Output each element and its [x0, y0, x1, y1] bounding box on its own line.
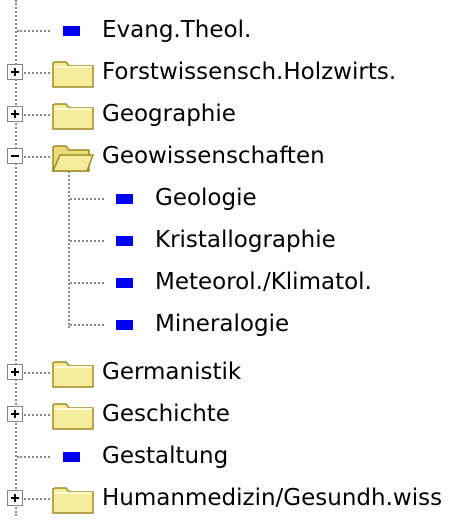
- tree-item-geographie[interactable]: Geographie: [0, 94, 473, 136]
- collapse-minus-icon[interactable]: [7, 148, 23, 164]
- tree-item-geschichte[interactable]: Geschichte: [0, 394, 473, 436]
- connector-line: [17, 456, 50, 458]
- tree-item-label[interactable]: Kristallographie: [155, 224, 336, 256]
- tree-item-label[interactable]: Geowissenschaften: [102, 140, 325, 172]
- expand-plus-icon[interactable]: [7, 406, 23, 422]
- folder-closed-icon: [52, 484, 94, 514]
- folder-closed-icon: [52, 100, 94, 130]
- connector-line: [70, 282, 104, 284]
- leaf-node-icon: [116, 236, 133, 246]
- connector-line: [24, 414, 50, 416]
- tree-item-meteorol-klimatol[interactable]: Meteorol./Klimatol.: [0, 262, 473, 304]
- tree-item-geologie[interactable]: Geologie: [0, 178, 473, 220]
- folder-closed-icon: [52, 58, 94, 88]
- tree-item-forstwissensch[interactable]: Forstwissensch.Holzwirts.: [0, 52, 473, 94]
- tree-item-label[interactable]: Mineralogie: [155, 308, 289, 340]
- leaf-node-icon: [63, 26, 80, 36]
- tree-item-humanmedizin[interactable]: Humanmedizin/Gesundh.wiss: [0, 478, 473, 520]
- tree-item-kristallographie[interactable]: Kristallographie: [0, 220, 473, 262]
- tree-item-label[interactable]: Humanmedizin/Gesundh.wiss: [102, 482, 442, 514]
- tree-item-gestaltung[interactable]: Gestaltung: [0, 436, 473, 478]
- connector-line: [70, 198, 104, 200]
- leaf-node-icon: [116, 278, 133, 288]
- tree-item-label[interactable]: Evang.Theol.: [102, 14, 251, 46]
- tree-item-label[interactable]: Geschichte: [102, 398, 230, 430]
- tree-item-label[interactable]: Gestaltung: [102, 440, 228, 472]
- tree-item-label[interactable]: Geographie: [102, 98, 236, 130]
- leaf-node-icon: [116, 194, 133, 204]
- connector-line: [70, 240, 104, 242]
- tree-item-label[interactable]: Meteorol./Klimatol.: [155, 266, 372, 298]
- connector-line: [24, 114, 50, 116]
- tree-item-germanistik[interactable]: Germanistik: [0, 352, 473, 394]
- connector-line: [24, 72, 50, 74]
- expand-plus-icon[interactable]: [7, 364, 23, 380]
- expand-plus-icon[interactable]: [7, 106, 23, 122]
- connector-line: [24, 372, 50, 374]
- connector-line: [24, 498, 50, 500]
- tree-item-geowissenschaften[interactable]: Geowissenschaften: [0, 136, 473, 178]
- leaf-node-icon: [116, 320, 133, 330]
- leaf-node-icon: [63, 452, 80, 462]
- folder-closed-icon: [52, 358, 94, 388]
- tree-item-label[interactable]: Forstwissensch.Holzwirts.: [102, 56, 396, 88]
- tree-view: Evang.Theol. Forstwissensch.Holzwirts. G…: [0, 0, 473, 516]
- connector-line: [70, 324, 104, 326]
- expand-plus-icon[interactable]: [7, 64, 23, 80]
- expand-plus-icon[interactable]: [7, 490, 23, 506]
- tree-item-label[interactable]: Geologie: [155, 182, 257, 214]
- tree-item-evang-theol[interactable]: Evang.Theol.: [0, 10, 473, 52]
- folder-closed-icon: [52, 400, 94, 430]
- connector-line: [17, 30, 50, 32]
- connector-line: [24, 156, 50, 158]
- tree-item-mineralogie[interactable]: Mineralogie: [0, 304, 473, 346]
- folder-open-icon: [52, 142, 94, 172]
- tree-item-label[interactable]: Germanistik: [102, 356, 241, 388]
